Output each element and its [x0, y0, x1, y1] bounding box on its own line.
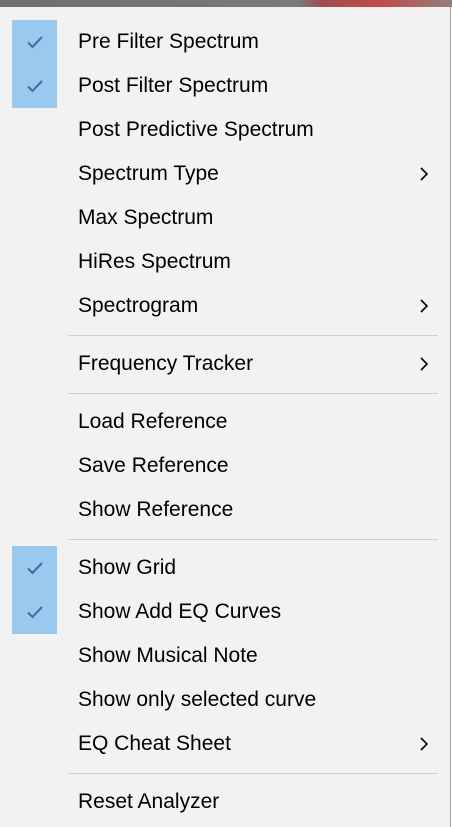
- menu-item-hires-spectrum[interactable]: HiRes Spectrum: [0, 240, 450, 284]
- menu-item-label: Frequency Tracker: [78, 352, 254, 375]
- chevron-right-icon: [420, 357, 429, 371]
- menu-item-spectrum-type[interactable]: Spectrum Type: [0, 152, 450, 196]
- menu-item-show-musical-note[interactable]: Show Musical Note: [0, 634, 450, 678]
- chevron-right-icon: [420, 299, 429, 313]
- menu-item-label: Post Filter Spectrum: [78, 74, 269, 97]
- checkmark-icon: [26, 562, 43, 575]
- menu-item-label: Pre Filter Spectrum: [78, 30, 259, 53]
- check-indicator: [12, 20, 57, 64]
- menu-item-label: Load Reference: [78, 410, 228, 433]
- menu-separator: [68, 335, 438, 336]
- menu-item-show-grid[interactable]: Show Grid: [0, 546, 450, 590]
- menu-item-label: Max Spectrum: [78, 206, 214, 229]
- menu-item-post-predictive-spectrum[interactable]: Post Predictive Spectrum: [0, 108, 450, 152]
- menu-item-label: Spectrum Type: [78, 162, 219, 185]
- chevron-right-icon: [420, 167, 429, 181]
- window-edge-strip: [0, 0, 452, 7]
- menu-item-spectrogram[interactable]: Spectrogram: [0, 284, 450, 328]
- check-indicator: [12, 64, 57, 108]
- menu-item-label: Show Grid: [78, 556, 177, 579]
- menu-item-show-add-eq-curves[interactable]: Show Add EQ Curves: [0, 590, 450, 634]
- menu-separator: [68, 393, 438, 394]
- menu-item-label: Show Reference: [78, 498, 234, 521]
- menu-item-eq-cheat-sheet[interactable]: EQ Cheat Sheet: [0, 722, 450, 766]
- menu-item-pre-filter-spectrum[interactable]: Pre Filter Spectrum: [0, 20, 450, 64]
- checkmark-icon: [26, 80, 43, 93]
- menu-item-label: Reset Analyzer: [78, 790, 220, 813]
- menu-separator: [68, 539, 438, 540]
- menu-item-max-spectrum[interactable]: Max Spectrum: [0, 196, 450, 240]
- menu-item-label: Spectrogram: [78, 294, 199, 317]
- menu-item-show-only-selected-curve[interactable]: Show only selected curve: [0, 678, 450, 722]
- check-indicator: [12, 546, 57, 590]
- menu-item-label: Show Add EQ Curves: [78, 600, 282, 623]
- checkmark-icon: [26, 36, 43, 49]
- chevron-right-icon: [420, 737, 429, 751]
- menu-separator: [68, 773, 438, 774]
- menu-item-label: Save Reference: [78, 454, 229, 477]
- menu-item-label: Post Predictive Spectrum: [78, 118, 314, 141]
- menu-item-save-reference[interactable]: Save Reference: [0, 444, 450, 488]
- menu-item-label: Show only selected curve: [78, 688, 317, 711]
- checkmark-icon: [26, 606, 43, 619]
- menu-item-post-filter-spectrum[interactable]: Post Filter Spectrum: [0, 64, 450, 108]
- menu-item-load-reference[interactable]: Load Reference: [0, 400, 450, 444]
- menu-item-label: HiRes Spectrum: [78, 250, 231, 273]
- menu-item-label: Show Musical Note: [78, 644, 258, 667]
- context-menu: Pre Filter Spectrum Post Filter Spectrum…: [0, 7, 451, 827]
- menu-item-label: EQ Cheat Sheet: [78, 732, 231, 755]
- check-indicator: [12, 590, 57, 634]
- menu-item-show-reference[interactable]: Show Reference: [0, 488, 450, 532]
- menu-item-reset-analyzer[interactable]: Reset Analyzer: [0, 780, 450, 824]
- menu-item-frequency-tracker[interactable]: Frequency Tracker: [0, 342, 450, 386]
